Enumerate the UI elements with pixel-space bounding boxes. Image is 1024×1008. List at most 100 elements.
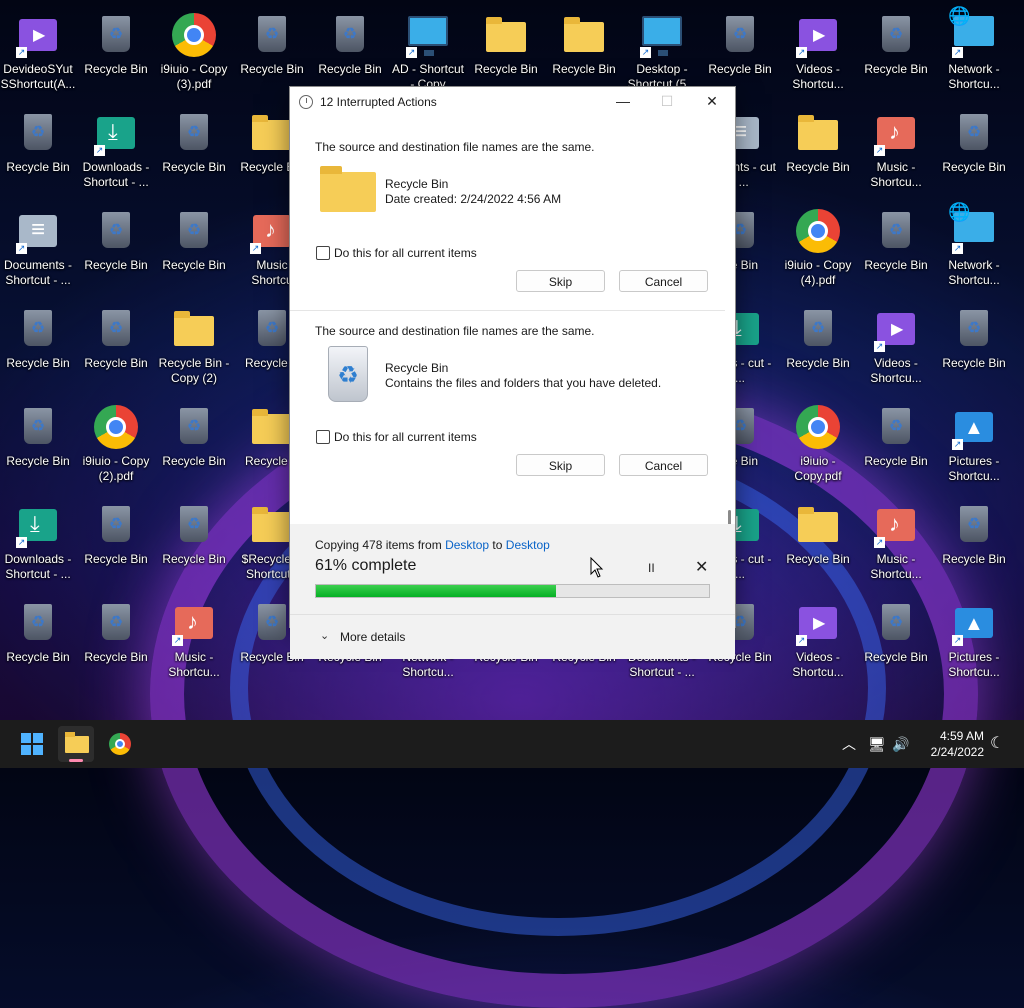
apply-all-label[interactable]: Do this for all current items: [334, 246, 477, 260]
source-link[interactable]: Desktop: [445, 538, 489, 552]
skip-button[interactable]: Skip: [516, 270, 605, 292]
file-explorer-taskbar-button[interactable]: [58, 726, 94, 762]
desktop-icon[interactable]: Recycle Bin: [78, 594, 154, 690]
desktop-icon-label: Music - Shortcu...: [870, 160, 922, 189]
desktop-icon[interactable]: Recycle Bin: [156, 202, 232, 298]
stop-button[interactable]: ✕: [695, 557, 708, 577]
start-button[interactable]: [14, 726, 50, 762]
desktop-icon[interactable]: Recycle Bin: [936, 496, 1012, 592]
desktop-icon[interactable]: ↗ Music - Shortcu...: [858, 496, 934, 592]
videos-icon: ↗: [15, 12, 61, 58]
desktop-icon[interactable]: Recycle Bin: [936, 104, 1012, 200]
more-details-toggle[interactable]: ⌄ More details: [290, 614, 735, 659]
volume-icon[interactable]: 🔊: [892, 720, 909, 768]
desktop-icon-label: Network - Shortcu...: [948, 258, 1000, 287]
desktop-icon-label: i9iuio - Copy.pdf: [794, 454, 842, 483]
minimize-button[interactable]: —: [601, 87, 645, 118]
focus-assist-icon[interactable]: ☾: [990, 720, 1004, 768]
chrome-icon: [795, 208, 841, 254]
cancel-button[interactable]: Cancel: [619, 454, 708, 476]
desktop-icon-label: Recycle Bin: [162, 160, 226, 174]
desktop-icon[interactable]: ↗ Pictures - Shortcu...: [936, 398, 1012, 494]
desktop-icon[interactable]: Recycle Bin: [0, 594, 76, 690]
desktop-icon[interactable]: ↗ Music - Shortcu...: [858, 104, 934, 200]
desktop-icon[interactable]: Recycle Bin: [156, 104, 232, 200]
desktop-icon[interactable]: Recycle Bin: [858, 6, 934, 102]
desktop-icon-label: Recycle Bin: [84, 552, 148, 566]
conflict-message: The source and destination file names ar…: [315, 140, 595, 154]
desktop-icon-label: Recycle Bin: [552, 62, 616, 76]
desktop-icon[interactable]: ↗ Videos - Shortcu...: [780, 594, 856, 690]
skip-button[interactable]: Skip: [516, 454, 605, 476]
show-hidden-icons-button[interactable]: ︿: [842, 720, 856, 768]
desktop-icon[interactable]: ↗ Videos - Shortcu...: [858, 300, 934, 396]
desktop-icon[interactable]: Recycle Bin: [78, 6, 154, 102]
desktop-icon[interactable]: Recycle Bin: [156, 398, 232, 494]
apply-all-checkbox[interactable]: [316, 246, 330, 260]
desktop-icon[interactable]: Recycle Bin: [156, 496, 232, 592]
desktop-icon[interactable]: Recycle Bin: [858, 398, 934, 494]
desktop-icon[interactable]: Recycle Bin: [78, 202, 154, 298]
pause-button[interactable]: II: [648, 561, 655, 575]
desktop-icon[interactable]: i9iuio - Copy (3).pdf: [156, 6, 232, 102]
desktop-icon[interactable]: Recycle Bin: [858, 594, 934, 690]
desktop-icon[interactable]: Recycle Bin: [78, 496, 154, 592]
desktop-icon[interactable]: Recycle Bin - Copy (2): [156, 300, 232, 396]
desktop-icon[interactable]: ↗ Music - Shortcu...: [156, 594, 232, 690]
desktop-icon-label: Recycle Bin: [864, 454, 928, 468]
close-button[interactable]: ✕: [690, 87, 734, 118]
desktop-icon[interactable]: Recycle Bin: [0, 398, 76, 494]
desktop-icon-label: Recycle Bin: [84, 650, 148, 664]
shortcut-arrow-icon: ↗: [16, 243, 27, 254]
dialog-titlebar[interactable]: 12 Interrupted Actions — ☐ ✕: [290, 87, 735, 118]
progress-section: Copying 478 items from Desktop to Deskto…: [290, 524, 735, 614]
desktop-icon[interactable]: i9iuio - Copy.pdf: [780, 398, 856, 494]
desktop-icon[interactable]: ↗ DevideoSYut SShortcut(A...: [0, 6, 76, 102]
desktop-icon[interactable]: ↗ Network - Shortcu...: [936, 202, 1012, 298]
monitor-icon: ↗: [405, 12, 451, 58]
shortcut-arrow-icon: ↗: [874, 537, 885, 548]
desktop-icon[interactable]: Recycle Bin: [0, 300, 76, 396]
desktop-icon[interactable]: ↗ Downloads - Shortcut - ...: [0, 496, 76, 592]
desktop-icon[interactable]: Recycle Bin: [780, 496, 856, 592]
desktop-icon-label: Recycle Bin: [942, 552, 1006, 566]
clock[interactable]: 4:59 AM 2/24/2022: [914, 728, 984, 760]
destination-link[interactable]: Desktop: [506, 538, 550, 552]
desktop-icon-label: Recycle Bin: [786, 356, 850, 370]
recycle-bin-icon: [951, 502, 997, 548]
cancel-button[interactable]: Cancel: [619, 270, 708, 292]
recycle-bin-icon: [171, 502, 217, 548]
apply-all-checkbox[interactable]: [316, 430, 330, 444]
apply-all-label[interactable]: Do this for all current items: [334, 430, 477, 444]
recycle-bin-icon: [15, 404, 61, 450]
desktop-icon-label: Recycle Bin: [240, 62, 304, 76]
desktop-icon[interactable]: ↗ Documents - Shortcut - ...: [0, 202, 76, 298]
more-details-label[interactable]: More details: [340, 630, 405, 644]
maximize-button: ☐: [660, 93, 674, 109]
desktop-icon[interactable]: ↗ Videos - Shortcu...: [780, 6, 856, 102]
desktop-icon[interactable]: ↗ Network - Shortcu...: [936, 6, 1012, 102]
percent-complete: 61% complete: [315, 557, 417, 574]
desktop-icon[interactable]: Recycle Bin: [78, 300, 154, 396]
desktop-icon[interactable]: Recycle Bin: [780, 104, 856, 200]
desktop-icon[interactable]: Recycle Bin: [0, 104, 76, 200]
recycle-bin-icon: [873, 600, 919, 646]
desktop-icon-label: Recycle Bin: [864, 62, 928, 76]
desktop-icon[interactable]: i9iuio - Copy (2).pdf: [78, 398, 154, 494]
network-icon[interactable]: 🖥: [868, 720, 886, 768]
desktop-icon-label: Documents - Shortcut - ...: [3, 258, 73, 287]
monitor-icon: ↗: [639, 12, 685, 58]
desktop-icon-label: Pictures - Shortcu...: [948, 454, 1000, 483]
chrome-taskbar-button[interactable]: [102, 726, 138, 762]
desktop-icon[interactable]: Recycle Bin: [780, 300, 856, 396]
desktop-icon[interactable]: Recycle Bin: [858, 202, 934, 298]
desktop-icon-label: Network - Shortcu...: [948, 62, 1000, 91]
music-icon: ↗: [873, 502, 919, 548]
conflict-item-name[interactable]: Recycle Bin: [385, 177, 448, 191]
desktop-icon[interactable]: ↗ Pictures - Shortcu...: [936, 594, 1012, 690]
desktop-icon-label: Recycle Bin: [942, 356, 1006, 370]
conflict-item-name[interactable]: Recycle Bin: [385, 361, 448, 375]
desktop-icon[interactable]: i9iuio - Copy (4).pdf: [780, 202, 856, 298]
desktop-icon[interactable]: Recycle Bin: [936, 300, 1012, 396]
desktop-icon[interactable]: ↗ Downloads - Shortcut - ...: [78, 104, 154, 200]
